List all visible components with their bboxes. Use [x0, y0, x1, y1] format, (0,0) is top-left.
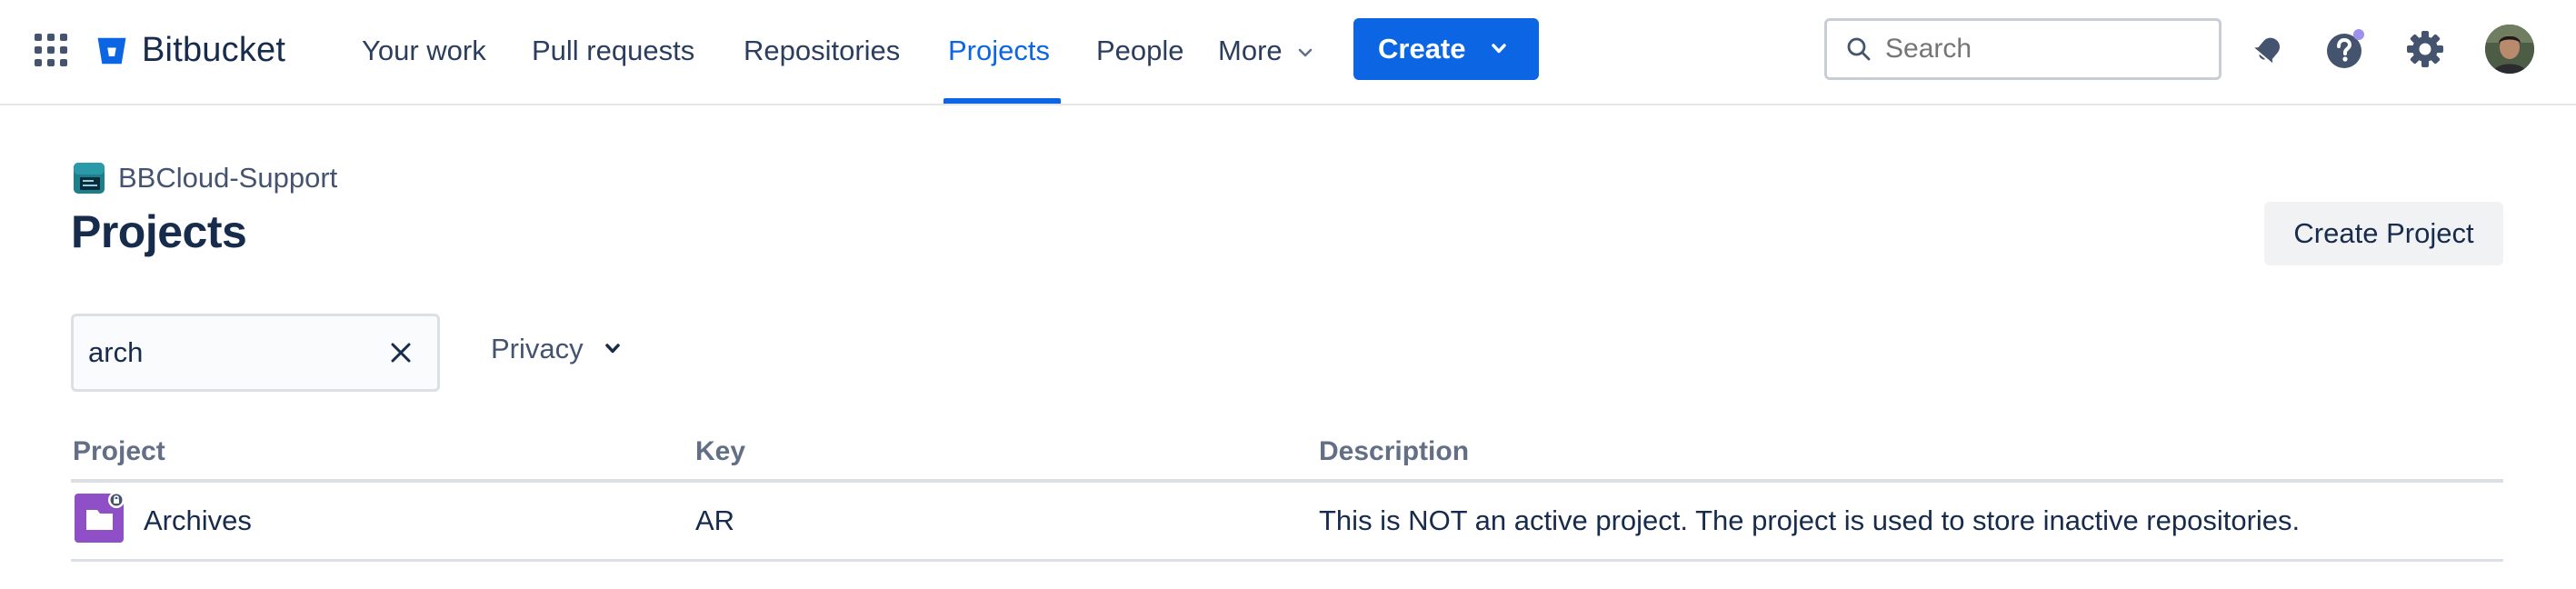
bitbucket-logo[interactable]: Bitbucket	[95, 31, 285, 70]
nav-pull-requests[interactable]: Pull requests	[532, 33, 694, 73]
workspace-icon	[74, 163, 105, 194]
project-name-link[interactable]: Archives	[144, 504, 252, 537]
bell-icon	[2254, 37, 2281, 64]
column-header-project[interactable]: Project	[73, 436, 165, 467]
project-filter-field[interactable]: arch	[71, 314, 440, 392]
bitbucket-logo-icon	[97, 37, 126, 64]
user-avatar[interactable]	[2485, 25, 2534, 74]
close-icon	[391, 343, 411, 363]
search-input[interactable]	[1885, 34, 2176, 65]
bitbucket-logo-text: Bitbucket	[142, 31, 286, 69]
search-icon	[1847, 37, 1871, 61]
chevron-down-icon	[1491, 44, 1506, 54]
table-row[interactable]: Archives AR This is NOT an active projec…	[71, 483, 2503, 563]
create-project-button[interactable]: Create Project	[2264, 202, 2503, 265]
breadcrumb-workspace-link[interactable]: BBCloud-Support	[118, 162, 337, 195]
column-header-key[interactable]: Key	[695, 436, 745, 467]
project-key: AR	[695, 504, 735, 536]
column-header-description: Description	[1319, 436, 1470, 466]
chevron-down-icon	[1299, 48, 1313, 57]
settings-button[interactable]	[2401, 25, 2449, 73]
privacy-filter-label: Privacy	[491, 333, 584, 364]
create-button[interactable]: Create	[1353, 18, 1539, 80]
active-nav-indicator	[944, 98, 1061, 104]
gear-icon	[2407, 31, 2443, 67]
table-row-divider	[71, 559, 2503, 562]
notifications-button[interactable]	[2245, 25, 2292, 73]
page-title: Projects	[71, 206, 247, 257]
nav-projects[interactable]: Projects	[948, 33, 1050, 73]
global-search[interactable]	[1824, 18, 2222, 80]
chevron-down-icon	[604, 344, 620, 354]
nav-more[interactable]: More	[1218, 33, 1313, 73]
project-filter-value: arch	[88, 336, 144, 368]
avatar-image	[2485, 25, 2534, 74]
clear-filter-button[interactable]	[379, 331, 423, 374]
create-button-label: Create	[1378, 33, 1466, 65]
breadcrumb: BBCloud-Support	[73, 162, 337, 195]
privacy-filter-dropdown[interactable]: Privacy	[491, 333, 622, 365]
nav-people[interactable]: People	[1096, 33, 1184, 73]
project-avatar-icon	[75, 492, 125, 543]
top-navigation: Bitbucket Your work Pull requests Reposi…	[0, 0, 2576, 105]
notification-dot	[2353, 29, 2364, 40]
nav-repositories[interactable]: Repositories	[744, 33, 900, 73]
nav-your-work[interactable]: Your work	[362, 33, 486, 73]
help-button[interactable]	[2322, 25, 2370, 73]
project-description: This is NOT an active project. The proje…	[1319, 504, 2301, 536]
app-switcher-icon[interactable]	[35, 34, 67, 66]
help-icon	[2327, 29, 2364, 68]
nav-more-label: More	[1218, 35, 1283, 66]
